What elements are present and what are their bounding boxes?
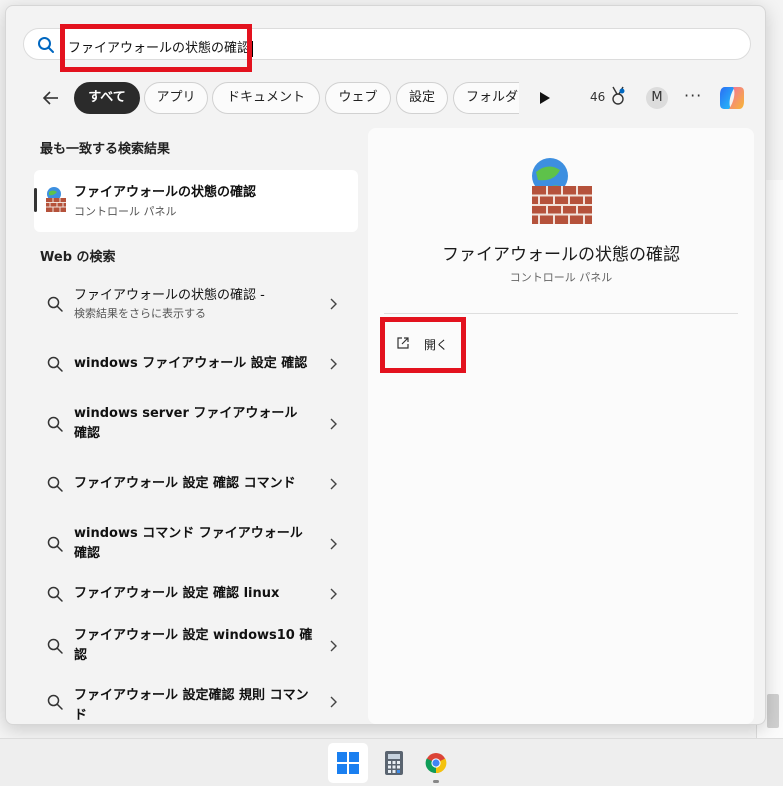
chevron-right-icon (330, 358, 337, 370)
tab-all[interactable]: すべて (74, 82, 140, 114)
search-icon (47, 356, 63, 372)
web-search-item[interactable]: windows ファイアウォール 設定 確認 (34, 336, 354, 392)
web-search-item[interactable]: ファイアウォール 設定 確認 コマンド (34, 456, 354, 512)
avatar[interactable]: M (646, 87, 668, 109)
background-scrollbar (767, 694, 779, 728)
web-search-item[interactable]: ファイアウォール 設定 確認 linux (34, 566, 354, 622)
search-query: ファイアウォールの状態の確認 (68, 41, 251, 56)
web-search-item-label: ファイアウォールの状態の確認 - 検索結果をさらに表示する (74, 286, 314, 322)
web-search-item-label: ファイアウォール 設定 確認 コマンド (74, 476, 296, 491)
calculator-taskbar-button[interactable] (374, 743, 414, 783)
firewall-icon (46, 187, 66, 212)
running-indicator (433, 780, 439, 783)
tab-apps[interactable]: アプリ (144, 82, 208, 114)
search-icon (47, 416, 63, 432)
web-search-item-subtext: 検索結果をさらに表示する (74, 307, 206, 320)
tab-folders[interactable]: フォルダー (453, 82, 519, 114)
chrome-icon (425, 753, 447, 774)
web-search-item-label: ファイアウォール 設定 windows10 確認 (74, 628, 313, 663)
chevron-right-icon (330, 538, 337, 550)
web-search-item[interactable]: ファイアウォール 設定確認 規則 コマンド (34, 678, 354, 726)
calculator-icon (385, 751, 403, 775)
web-search-item-label: windows コマンド ファイアウォール 確認 (74, 526, 303, 561)
best-match-subtitle: コントロール パネル (74, 205, 177, 218)
medal-icon[interactable] (609, 86, 627, 106)
search-icon (47, 586, 63, 602)
chevron-right-icon (330, 640, 337, 652)
web-search-item-label: windows server ファイアウォール 確認 (74, 406, 298, 441)
divider (384, 313, 738, 314)
open-external-icon (397, 337, 409, 349)
search-icon (47, 296, 63, 312)
web-search-heading: Web の検索 (40, 250, 116, 265)
detail-title: ファイアウォールの状態の確認 (442, 245, 680, 265)
search-icon (47, 476, 63, 492)
selection-indicator (34, 188, 37, 212)
open-button[interactable]: 開く (390, 332, 460, 356)
web-search-item-text: ファイアウォールの状態の確認 - (74, 288, 265, 303)
chevron-right-icon (330, 696, 337, 708)
tab-web[interactable]: ウェブ (325, 82, 391, 114)
chevron-right-icon (330, 298, 337, 310)
taskbar (0, 738, 783, 786)
web-search-item[interactable]: windows コマンド ファイアウォール 確認 (34, 516, 354, 572)
web-search-item[interactable]: ファイアウォール 設定 windows10 確認 (34, 618, 354, 674)
arrow-left-icon (42, 91, 58, 105)
rewards-points: 46 (590, 90, 606, 104)
best-match-result[interactable]: ファイアウォールの状態の確認 コントロール パネル (34, 170, 358, 232)
search-box[interactable]: ファイアウォールの状態の確認 (23, 28, 751, 60)
tab-settings[interactable]: 設定 (396, 82, 448, 114)
search-input[interactable]: ファイアウォールの状態の確認 (68, 37, 254, 57)
copilot-icon[interactable] (716, 82, 748, 114)
web-search-item-label: ファイアウォール 設定 確認 linux (74, 586, 280, 601)
search-icon (47, 638, 63, 654)
search-icon (47, 694, 63, 710)
open-label: 開く (424, 338, 449, 352)
start-button[interactable] (328, 743, 368, 783)
more-options-icon[interactable]: ··· (684, 86, 702, 105)
back-button[interactable] (36, 84, 66, 112)
web-search-item[interactable]: windows server ファイアウォール 確認 (34, 396, 354, 452)
detail-pane: ファイアウォールの状態の確認 コントロール パネル 開く (368, 128, 754, 724)
search-icon (38, 37, 54, 53)
tab-documents[interactable]: ドキュメント (212, 82, 320, 114)
text-caret (252, 40, 254, 57)
windows-start-icon (337, 752, 359, 774)
search-icon (47, 536, 63, 552)
chevron-right-icon (330, 478, 337, 490)
play-arrow-icon[interactable] (538, 90, 552, 106)
chrome-taskbar-button[interactable] (416, 743, 456, 783)
web-search-item-label: windows ファイアウォール 設定 確認 (74, 356, 308, 371)
web-search-item[interactable]: ファイアウォールの状態の確認 - 検索結果をさらに表示する (34, 276, 354, 332)
detail-subtitle: コントロール パネル (509, 271, 613, 284)
chevron-right-icon (330, 418, 337, 430)
web-search-item-label: ファイアウォール 設定確認 規則 コマンド (74, 688, 309, 723)
best-match-title: ファイアウォールの状態の確認 (74, 185, 257, 200)
best-match-heading: 最も一致する検索結果 (40, 142, 171, 157)
firewall-icon (532, 158, 592, 224)
chevron-right-icon (330, 588, 337, 600)
